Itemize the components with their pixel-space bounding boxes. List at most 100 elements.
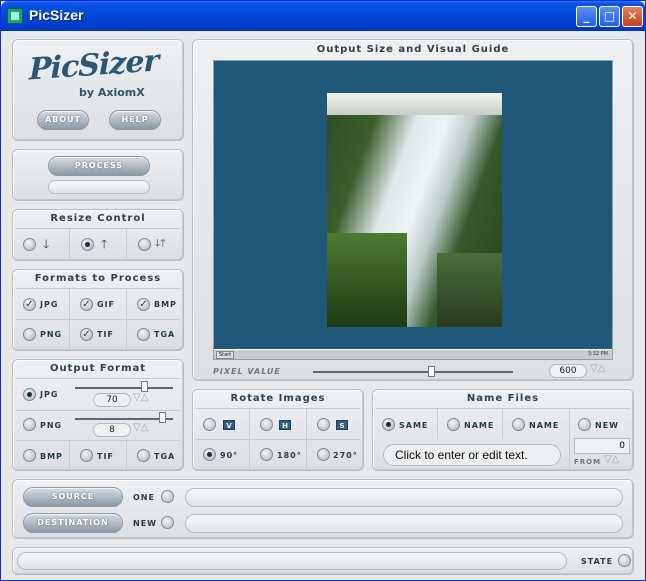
source-one-radio[interactable] — [161, 490, 174, 503]
visual-guide-panel: Output Size and Visual Guide Start 3:32 … — [192, 39, 634, 381]
png-depth-thumb[interactable] — [159, 412, 166, 423]
format-label-bmp: BMP — [154, 300, 177, 309]
name-text-input[interactable]: Click to enter or edit text. — [383, 444, 561, 466]
resize-both-radio[interactable] — [138, 238, 151, 251]
app-icon — [7, 8, 23, 24]
name-files-title: Name Files — [466, 393, 540, 404]
rotate-90-radio[interactable] — [203, 448, 216, 461]
output-tga-label: TGA — [154, 452, 176, 461]
destination-path-field[interactable] — [185, 514, 623, 533]
name-same-label: SAME — [399, 421, 429, 430]
output-jpg-label: JPG — [40, 390, 59, 399]
format-label-tga: TGA — [154, 330, 176, 339]
resize-grow-radio[interactable] — [81, 238, 94, 251]
rotate-s-radio[interactable] — [317, 418, 330, 431]
format-label-gif: GIF — [97, 300, 116, 309]
resize-control-panel: Resize Control 🡓 🡑 🡓🡑 — [12, 209, 184, 261]
paths-panel: SOURCE ONE DESTINATION NEW — [12, 479, 634, 539]
output-tif-radio[interactable] — [80, 449, 93, 462]
name-prefix-label: NAME — [464, 421, 495, 430]
close-button[interactable]: ✕ — [622, 6, 643, 27]
from-number-field[interactable]: 0 — [574, 438, 630, 454]
rotate-270-label: 270° — [333, 451, 358, 460]
source-button[interactable]: SOURCE — [23, 487, 123, 507]
preview-image — [327, 93, 502, 327]
window-title: PicSizer — [29, 7, 84, 23]
logo-byline: by AxiomX — [79, 86, 145, 99]
about-button[interactable]: ABOUT — [37, 110, 89, 130]
process-button[interactable]: PROCESS — [48, 156, 150, 176]
arrow-up-icon: 🡑 — [101, 237, 108, 251]
status-text-field — [17, 552, 567, 570]
formats-title: Formats to Process — [34, 273, 162, 284]
format-label-jpg: JPG — [40, 300, 59, 309]
output-tif-label: TIF — [97, 452, 114, 461]
resize-shrink-radio[interactable] — [23, 238, 36, 251]
name-new-radio[interactable] — [578, 418, 591, 431]
tif-format-checkbox[interactable]: ✓ — [80, 328, 93, 341]
jpg-quality-thumb[interactable] — [141, 381, 148, 392]
format-label-png: PNG — [40, 330, 63, 339]
app-logo: PicSizer — [29, 43, 159, 88]
rotate-90-label: 90° — [220, 451, 239, 460]
pixel-value-label: PIXEL VALUE — [213, 367, 281, 376]
name-new-label: NEW — [595, 421, 619, 430]
jpg-quality-field[interactable]: 70 — [93, 393, 131, 407]
maximize-button[interactable]: □ — [599, 6, 620, 27]
rotate-270-radio[interactable] — [317, 448, 330, 461]
format-label-tif: TIF — [97, 330, 114, 339]
rotate-h-radio[interactable] — [260, 418, 273, 431]
preview-start-button: Start — [216, 351, 235, 359]
progress-bar — [48, 180, 150, 194]
pixel-value-thumb[interactable] — [428, 366, 435, 377]
tga-format-checkbox[interactable] — [137, 328, 150, 341]
name-prefix-radio[interactable] — [447, 418, 460, 431]
rotate-title: Rotate Images — [230, 393, 326, 404]
destination-button[interactable]: DESTINATION — [23, 513, 123, 533]
jpg-spin-icon[interactable]: ▽△ — [133, 392, 148, 403]
pixel-value-slider[interactable] — [313, 371, 513, 373]
from-spin-icon[interactable]: ▽△ — [604, 454, 619, 465]
rotate-s-label: S — [336, 420, 348, 430]
pixel-value-field[interactable]: 600 — [549, 364, 587, 378]
state-label: STATE — [581, 557, 614, 566]
rotate-h-label: H — [279, 420, 291, 430]
gif-format-checkbox[interactable]: ✓ — [80, 298, 93, 311]
rotate-180-radio[interactable] — [260, 448, 273, 461]
app-window: PicSizer _ □ ✕ PicSizer by AxiomX ABOUT … — [0, 0, 646, 581]
rotate-v-radio[interactable] — [203, 418, 216, 431]
visual-guide-title: Output Size and Visual Guide — [316, 44, 510, 55]
rotate-180-label: 180° — [277, 451, 302, 460]
pixel-spin-icon[interactable]: ▽△ — [590, 363, 605, 374]
jpg-format-checkbox[interactable]: ✓ — [23, 298, 36, 311]
output-bmp-label: BMP — [40, 452, 63, 461]
arrow-down-up-icon: 🡓🡑 — [155, 238, 166, 249]
state-indicator — [618, 554, 631, 567]
jpg-quality-slider[interactable] — [75, 387, 173, 389]
output-jpg-radio[interactable] — [23, 388, 36, 401]
resize-control-title: Resize Control — [50, 213, 146, 224]
output-tga-radio[interactable] — [137, 449, 150, 462]
help-button[interactable]: HELP — [109, 110, 161, 130]
destination-new-radio[interactable] — [161, 516, 174, 529]
process-panel: PROCESS — [12, 149, 184, 201]
name-files-panel: Name Files SAME NAME NAME NEW Click to e… — [372, 389, 634, 471]
output-png-label: PNG — [40, 421, 63, 430]
rotate-v-label: V — [223, 420, 235, 430]
png-format-checkbox[interactable] — [23, 328, 36, 341]
name-same-radio[interactable] — [382, 418, 395, 431]
bmp-format-checkbox[interactable]: ✓ — [137, 298, 150, 311]
minimize-button[interactable]: _ — [576, 6, 597, 27]
source-path-field[interactable] — [185, 488, 623, 507]
png-depth-field[interactable]: 8 — [93, 423, 131, 437]
output-png-radio[interactable] — [23, 418, 36, 431]
output-format-panel: Output Format JPG 70 ▽△ PNG 8 ▽△ BMP TIF… — [12, 359, 184, 471]
name-suffix-radio[interactable] — [512, 418, 525, 431]
output-format-title: Output Format — [49, 363, 147, 374]
new-label: NEW — [133, 519, 157, 528]
output-bmp-radio[interactable] — [23, 449, 36, 462]
title-bar[interactable]: PicSizer _ □ ✕ — [1, 1, 645, 31]
arrow-down-icon: 🡓 — [43, 237, 50, 251]
png-spin-icon[interactable]: ▽△ — [133, 422, 148, 433]
preview-taskbar: Start 3:32 PM — [214, 349, 612, 359]
